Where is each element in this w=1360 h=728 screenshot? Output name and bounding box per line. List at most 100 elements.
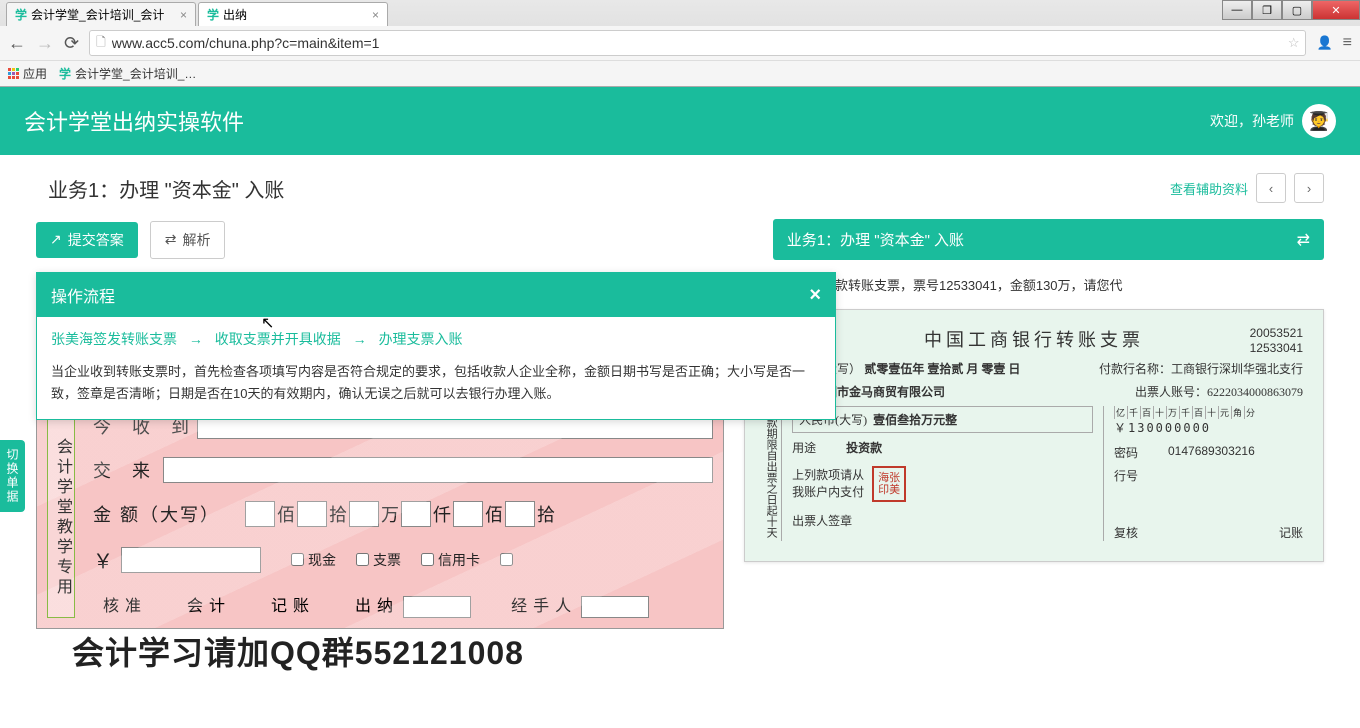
seal-stamp: 海张 印美 [872,466,906,502]
from-input[interactable] [163,457,713,483]
digit-value: ￥130000000 [1114,419,1303,436]
currency-label: ￥ [93,545,113,574]
link-icon: ⇄ [165,231,177,248]
bookmark-item[interactable]: 学 会计学堂_会计培训_… [59,65,196,82]
pwd-value: 0147689303216 [1168,444,1255,461]
cashier-input[interactable] [403,596,471,618]
amount-box[interactable] [297,501,327,527]
unit: 万 [381,501,399,527]
close-icon[interactable]: × [372,8,379,22]
apps-icon [8,68,19,79]
switch-doc-tab[interactable]: 切换单据 [0,440,25,512]
handler-input[interactable] [581,596,649,618]
url-input[interactable] [112,35,1282,51]
bookmark-star-icon[interactable]: ☆ [1288,35,1300,51]
checkbox[interactable] [356,553,369,566]
popup-steps: 张美海签发转账支票 → 收取支票并开具收据 → 办理支票入账 [37,317,835,361]
step-link-3[interactable]: 办理支票入账 [379,331,463,347]
browser-tab-0[interactable]: 学 会计学堂_会计培训_会计 × [6,2,196,26]
task-title: 业务1：办理 "资本金" 入账 [48,174,284,203]
check-code2: 12533041 [1250,341,1303,357]
analysis-button[interactable]: ⇄ 解析 [150,221,226,259]
unit: 拾 [537,501,555,527]
url-box[interactable]: 🗋 ☆ [89,30,1306,56]
tab-title: 出纳 [223,6,366,23]
unit: 佰 [485,501,503,527]
amount-box[interactable] [505,501,535,527]
apps-shortcut[interactable]: 应用 [8,65,47,82]
digit-header: 亿千百十万千百十元角分 [1114,406,1303,419]
step-link-1[interactable]: 张美海签发转账支票 [51,331,177,347]
app-header: 会计学堂出纳实操软件 欢迎，孙老师 🧑‍🎓 [0,87,1360,155]
checkbox[interactable] [291,553,304,566]
amount-box[interactable] [401,501,431,527]
address-bar: ← → ⟳ 🗋 ☆ 👤 ≡ [0,26,1360,60]
amount-box[interactable] [245,501,275,527]
favicon-icon: 学 [207,6,219,23]
bank-value: 工商银行深圳华强北支行 [1171,362,1303,376]
amount-box[interactable] [453,501,483,527]
qq-watermark: 会计学习请加QQ群552121008 [72,628,524,674]
next-task-button[interactable]: › [1294,173,1324,203]
welcome-block: 欢迎，孙老师 🧑‍🎓 [1210,104,1336,138]
popup-title: 操作流程 [51,283,115,307]
payment-methods: 现金 支票 信用卡 [291,550,513,570]
swap-icon[interactable]: ⇄ [1297,230,1310,250]
apps-label: 应用 [23,65,47,82]
profile-icon[interactable]: 👤 [1316,35,1332,51]
receipt-side-label: 会计学堂教学专用 [47,413,75,618]
forward-icon[interactable]: → [36,33,54,54]
bookkeeper-label: 记账 [1279,524,1303,541]
reload-icon[interactable]: ⟳ [64,33,79,54]
unit: 拾 [329,501,347,527]
checkbox[interactable] [421,553,434,566]
prev-task-button[interactable]: ‹ [1256,173,1286,203]
receipt-footer: 核准 会计 记账 出纳 经手人 [103,592,713,618]
checkbox[interactable] [500,553,513,566]
menu-icon[interactable]: ≡ [1343,34,1352,52]
rmb-value: 壹佰叁拾万元整 [873,411,1086,428]
close-icon[interactable]: × [180,8,187,22]
submit-label: 提交答案 [68,230,124,250]
bookmark-label: 会计学堂_会计培训_… [75,65,196,82]
bookkeep-label: 记账 [271,598,315,615]
pay-other[interactable] [500,550,513,570]
unit: 仟 [433,501,451,527]
amount-box[interactable] [349,501,379,527]
action-row: ↗ 提交答案 ⇄ 解析 业务1：办理 "资本金" 入账 ⇄ [0,215,1360,272]
line-label: 行号 [1114,467,1168,484]
browser-tab-1[interactable]: 学 出纳 × [198,2,388,26]
arrow-icon: → [353,331,367,347]
content: 操作流程 × 张美海签发转账支票 → 收取支票并开具收据 → 办理支票入账 当企… [0,272,1360,629]
aux-materials-link[interactable]: 查看辅助资料 [1170,179,1248,198]
unit: 佰 [277,501,295,527]
from-label: 交 来 [93,457,163,483]
handler-label: 经手人 [511,598,577,615]
purpose-value: 投资款 [846,439,882,456]
task-nav: 查看辅助资料 ‹ › [1170,173,1324,203]
window-close[interactable]: ✕ [1312,0,1360,20]
approver-label: 核准 [103,598,147,615]
pay-card[interactable]: 信用卡 [421,550,480,570]
tab-title: 会计学堂_会计培训_会计 [31,6,174,23]
step-link-2[interactable]: 收取支票并开具收据 [215,331,341,347]
avatar[interactable]: 🧑‍🎓 [1302,104,1336,138]
task-row: 业务1：办理 "资本金" 入账 查看辅助资料 ‹ › [0,155,1360,215]
window-maximize[interactable]: ▢ [1282,0,1312,20]
bookmark-bar: 应用 学 会计学堂_会计培训_… [0,60,1360,86]
date-value: 贰零壹伍年 壹拾贰 月 零壹 日 [864,362,1020,376]
back-icon[interactable]: ← [8,33,26,54]
process-popup: 操作流程 × 张美海签发转账支票 → 收取支票并开具收据 → 办理支票入账 当企… [36,272,836,420]
pay-cash[interactable]: 现金 [291,550,336,570]
window-minimize[interactable]: — [1222,0,1252,20]
task-banner: 业务1：办理 "资本金" 入账 ⇄ [773,219,1324,260]
pwd-label: 密码 [1114,444,1168,461]
window-restore[interactable]: ❐ [1252,0,1282,20]
analysis-label: 解析 [182,230,210,250]
submit-button[interactable]: ↗ 提交答案 [36,222,138,258]
note1: 上列款项请从 [792,466,864,483]
currency-input[interactable] [121,547,261,573]
popup-close-icon[interactable]: × [809,284,821,307]
export-icon: ↗ [50,231,62,248]
pay-check[interactable]: 支票 [356,550,401,570]
